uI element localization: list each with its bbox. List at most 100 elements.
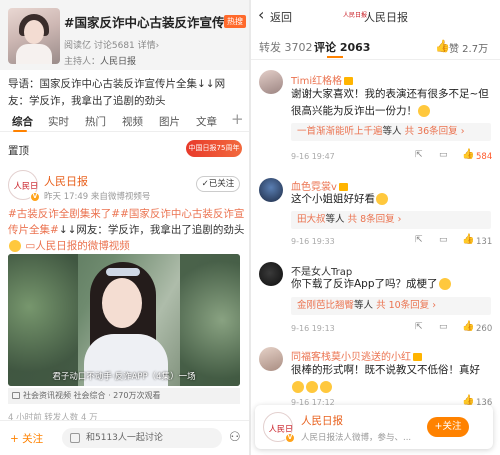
share-icon[interactable]: ⇱ [415,150,423,160]
thumbs-up-icon[interactable]: 👍 [462,149,474,160]
comment-time: 9-16 19:33 [291,237,335,246]
comment-replies[interactable]: 一首渐渐能听上千遍等人 共 36条回复 › [291,123,491,141]
crown-icon [413,353,422,361]
thumbs-up-emoji-icon [320,381,332,393]
add-tab-icon[interactable]: + [231,110,244,128]
post-body: #古装反诈全剧集来了##国家反诈中心古装反诈宣传片全集#↓↓网友：学反诈，我拿出… [8,206,246,254]
comment-avatar[interactable] [259,70,283,94]
comment-replies[interactable]: 金刚芭比翘臀等人 共 10条回复 › [291,297,491,315]
followed-label: 已关注 [208,179,235,189]
reply-user[interactable]: 一首渐渐能听上千遍 [297,126,383,137]
comment-icon[interactable]: ▭ [439,235,448,245]
comment-icon[interactable]: ▭ [439,322,448,332]
host-label: 主持人： [64,57,101,67]
video-meta-text: 社会资讯视频 社会综合 · 270万次观看 [23,391,161,400]
video-player[interactable]: 君子动口不动手·反诈APP（4集）一场 [8,254,240,386]
video-meta: 社会资讯视频 社会综合 · 270万次观看 [8,388,240,404]
thumbs-up-icon[interactable]: 👍 [462,234,474,245]
crown-icon [338,183,348,191]
comments-page: ‹ 返回 人民日报 人民日报 转发 3702 评论 2063 👍 赞 2.7万 … [251,0,500,455]
topic-host: 主持人：人民日报 [64,54,136,67]
active-tab-indicator [327,56,343,58]
reply-user[interactable]: 金刚芭比翘臀 [297,300,354,311]
comment-text-content: 谢谢大家喜欢！我的表演还有很多不足~但很高兴能为反诈出一份力！ [291,88,489,117]
verified-icon: V [285,433,295,443]
reply-mid: 等人 [382,126,402,137]
comment-author[interactable]: 同福客栈莫小贝逃送的小红 [291,348,422,363]
tab-video[interactable]: 视频 [122,114,143,129]
back-button[interactable]: 返回 [270,9,292,25]
comment-avatar[interactable] [259,347,283,371]
reply-count[interactable]: 共 10条回复 › [376,300,436,311]
comment-like-count: 584 [476,152,493,162]
comment-like-count: 260 [476,324,493,334]
popup-account-desc: 人民日报法人微博，参与、... [301,433,412,443]
video-subtitle: 君子动口不动手·反诈APP（4集）一场 [52,372,196,382]
topic-page: #国家反诈中心古装反诈宣传... 热搜 阅读亿 讨论5681 详情› 主持人：人… [0,0,249,455]
comment-like-count: 131 [476,237,493,247]
followed-button[interactable]: ✓已关注 [196,176,240,192]
comment-replies[interactable]: 田大叔等人 共 8条回复 › [291,211,491,229]
reply-mid: 等人 [354,300,374,311]
tab-realtime[interactable]: 实时 [48,114,69,129]
comment-text-content: 你下载了反诈App了吗？成梗了 [291,278,438,290]
comment-text: 很棒的形式啊！既不说教又不低俗！真好 [291,362,495,396]
tv-icon [12,392,20,399]
comment-text: 你下载了反诈App了吗？成梗了 [291,276,495,293]
back-chevron-icon[interactable]: ‹ [258,5,264,24]
thumbs-up-icon[interactable]: 👍 [435,39,450,53]
tab-comprehensive[interactable]: 综合 [12,114,33,129]
discussion-input[interactable]: 和5113人一起讨论 [62,428,222,448]
post-author[interactable]: 人民日报 [44,173,88,189]
active-tab-indicator [13,130,27,132]
tab-comment[interactable]: 评论 2063 [314,39,370,55]
topic-stats[interactable]: 阅读亿 讨论5681 详情› [64,38,159,51]
comment-text-content: 很棒的形式啊！既不说教又不低俗！真好 [291,364,480,376]
crown-icon [344,77,354,85]
hashtag-link[interactable]: #古装反诈全剧集来了# [8,208,120,220]
tab-hot[interactable]: 热门 [85,114,106,129]
hot-badge: 热搜 [224,15,246,28]
share-icon[interactable]: ⚇ [229,430,241,445]
brand-logo: 人民日报 [343,12,368,19]
topic-cover-image [8,8,60,64]
anniversary-badge: 中国日报75周年 [186,140,242,157]
comment-time: 9-16 19:47 [291,152,335,161]
share-icon[interactable]: ⇱ [415,235,423,245]
follow-popup-card[interactable]: 人民日报 V 人民日报 人民日报法人微博，参与、... +关注 [255,405,493,449]
follow-button[interactable]: +关注 [427,417,469,437]
tab-image[interactable]: 图片 [159,114,180,129]
video-link[interactable]: 人民日报的微博视频 [35,240,130,252]
cat-emoji-icon [376,193,388,205]
like-count[interactable]: 赞 2.7万 [449,40,488,55]
dog-emoji-icon [438,278,451,290]
topic-header[interactable]: #国家反诈中心古装反诈宣传... 热搜 阅读亿 讨论5681 详情› 主持人：人… [0,0,249,70]
smile-emoji-icon [418,105,430,117]
reply-count[interactable]: 共 8条回复 › [348,214,402,225]
reply-mid: 等人 [325,214,345,225]
thumbs-up-icon[interactable]: 👍 [462,321,474,332]
comment-icon[interactable]: ▭ [439,150,448,160]
topic-title: #国家反诈中心古装反诈宣传... [64,15,239,30]
host-name[interactable]: 人民日报 [100,57,136,67]
reply-user[interactable]: 田大叔 [297,214,326,225]
thumbs-up-emoji-icon [292,381,304,393]
popup-account-name[interactable]: 人民日报 [301,413,343,428]
reply-count[interactable]: 共 36条回复 › [405,126,465,137]
tab-article[interactable]: 文章 [196,114,217,129]
follow-topic-button[interactable]: + 关注 [10,431,43,446]
comment-text-content: 这个小姐姐好好看 [291,193,375,205]
pinned-label: 置顶 [8,145,29,157]
comment-time: 9-16 19:13 [291,324,335,333]
video-link-icon: ▭ [25,240,36,252]
top-nav: ‹ 返回 人民日报 人民日报 [251,0,500,32]
comment-avatar[interactable] [259,262,283,286]
tab-repost[interactable]: 转发 3702 [259,39,313,55]
verified-icon: V [30,192,40,202]
avatar-logo-text: 人民日报 [13,182,38,192]
comment-author[interactable]: Timi红格格 [291,72,354,87]
share-icon[interactable]: ⇱ [415,322,423,332]
topic-tabs: 综合 实时 热门 视频 图片 文章 + [0,110,249,132]
comment-avatar[interactable] [259,178,283,202]
edit-icon [70,433,80,443]
